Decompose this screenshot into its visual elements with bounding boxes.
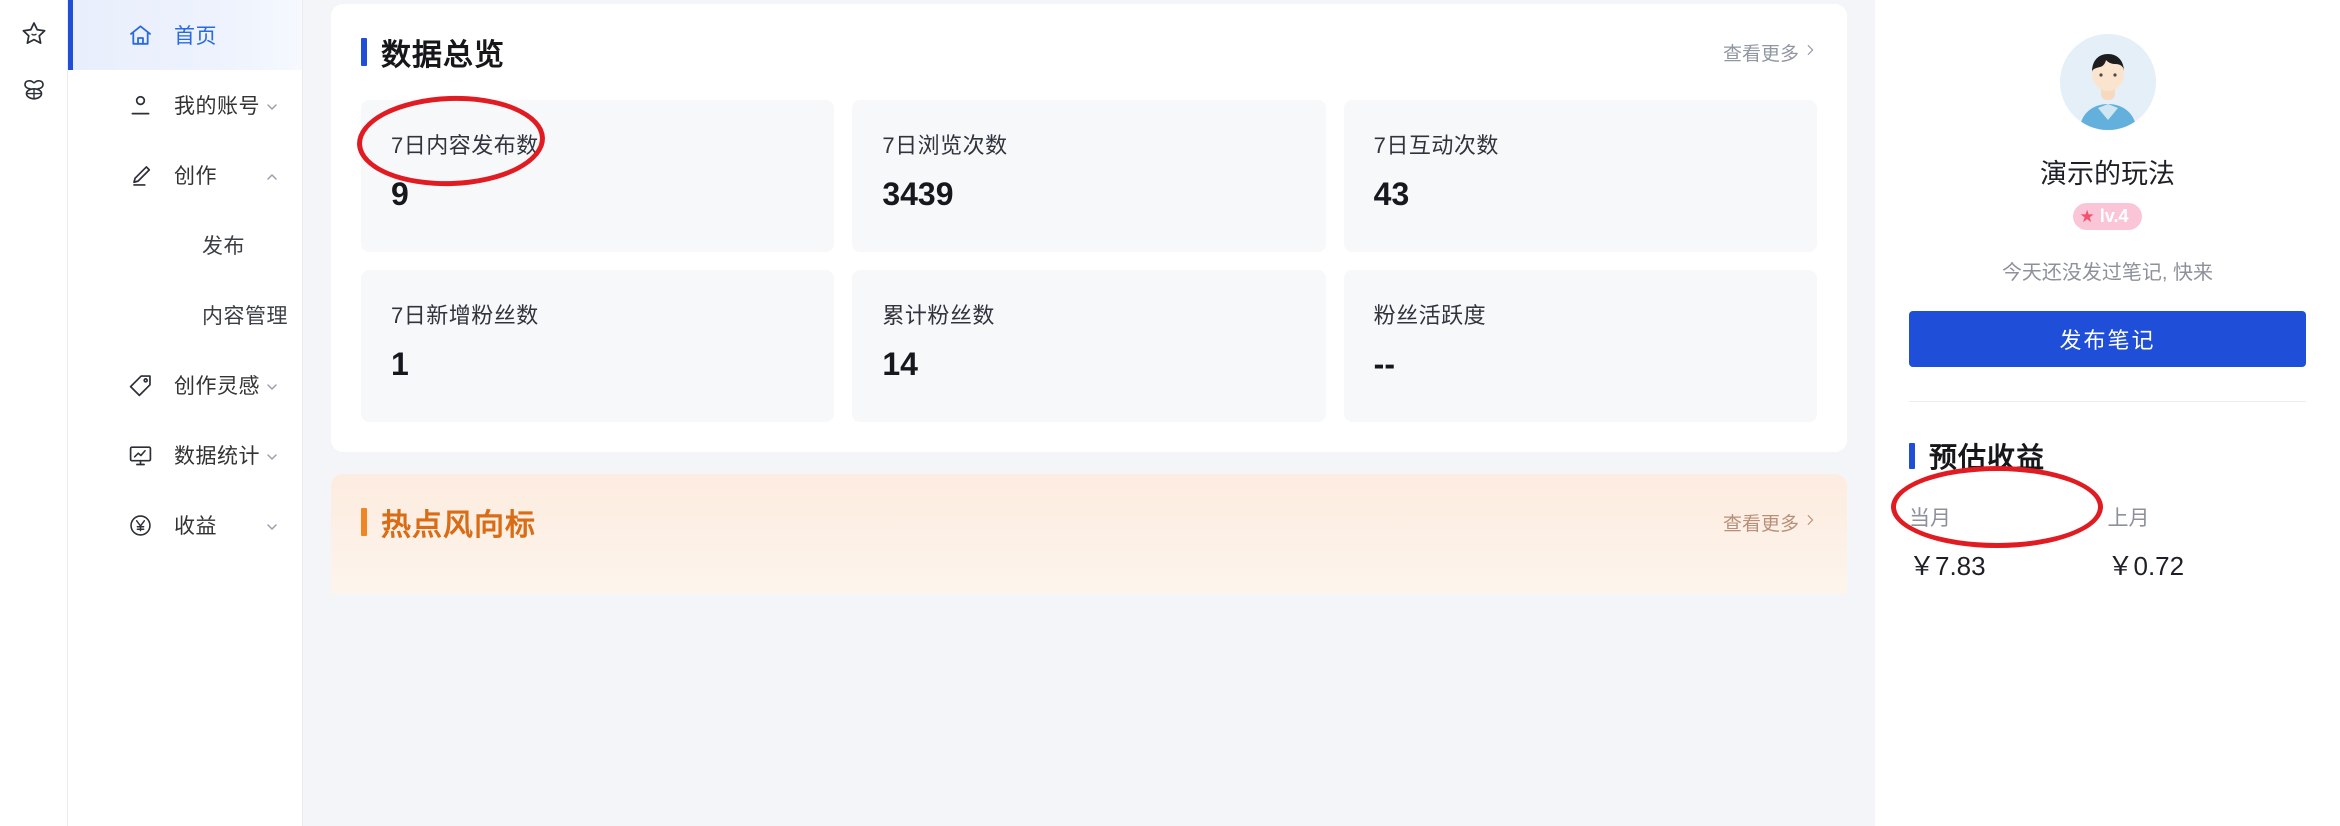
sidebar-subitem-content-management[interactable]: 内容管理 [68, 280, 302, 350]
more-label: 查看更多 [1722, 513, 1799, 535]
stat-label: 累计粉丝数 [882, 303, 995, 328]
sidebar-item-earnings[interactable]: 收益 [68, 490, 302, 560]
earnings-header: 预估收益 [1909, 436, 2306, 476]
data-overview-more-link[interactable]: 查看更多 [1723, 39, 1817, 66]
data-overview-header: 数据总览 查看更多 [361, 30, 1817, 74]
sidebar-item-label: 首页 [174, 25, 217, 48]
avatar-illustration-icon [2059, 34, 2156, 130]
earnings-title: 预估收益 [1929, 442, 2046, 473]
sidebar-subitem-label: 内容管理 [202, 305, 288, 328]
title-accent-bar [361, 508, 367, 536]
earnings-value: ￥7.83 [1909, 551, 1986, 581]
sidebar-subitem-publish[interactable]: 发布 [68, 210, 302, 280]
stat-value: 43 [1373, 176, 1410, 212]
stat-card-grid: 7日内容发布数 9 7日浏览次数 3439 7日互动次数 43 7日新增粉丝数 … [361, 100, 1817, 422]
hotspot-title: 热点风向标 [381, 509, 536, 542]
title-accent-bar [1909, 443, 1915, 469]
profile-block: 演示的玩法 ★ lv.4 今天还没发过笔记, 快来 发布笔记 [1909, 0, 2306, 367]
title-accent-bar [361, 38, 367, 66]
level-badge: ★ lv.4 [2072, 203, 2143, 230]
stat-label: 7日浏览次数 [882, 133, 1008, 158]
stat-value: 14 [882, 346, 918, 382]
sidebar-item-label: 我的账号 [174, 95, 260, 118]
earnings-item-current-month: 当月 ￥7.83 [1909, 502, 2108, 583]
chevron-right-icon [1803, 511, 1817, 533]
chevron-down-icon [264, 97, 280, 113]
tag-icon [126, 371, 154, 399]
user-icon [126, 91, 154, 119]
earnings-label: 当月 [1909, 507, 1951, 530]
icon-rail [0, 0, 68, 826]
stat-card[interactable]: 7日内容发布数 9 [361, 100, 835, 252]
sidebar-item-data-statistics[interactable]: 数据统计 [68, 420, 302, 490]
hotspot-more-link[interactable]: 查看更多 [1723, 509, 1817, 536]
more-label: 查看更多 [1722, 43, 1799, 65]
sidebar-item-create[interactable]: 创作 [68, 140, 302, 210]
stat-card[interactable]: 累计粉丝数 14 [852, 270, 1326, 422]
profile-username: 演示的玩法 [2040, 159, 2175, 189]
level-badge-label: lv.4 [2099, 206, 2129, 226]
stat-label: 7日内容发布数 [391, 133, 539, 158]
app-root: 首页 我的账号 创作 发布 内容管理 创作灵感 数据统计 收益 数据总览 查看更… [0, 0, 2340, 826]
stat-card[interactable]: 7日新增粉丝数 1 [361, 270, 835, 422]
stat-value: 1 [391, 346, 409, 382]
sidebar-item-my-account[interactable]: 我的账号 [68, 70, 302, 140]
avatar[interactable] [2059, 34, 2156, 130]
sidebar-nav: 首页 我的账号 创作 发布 内容管理 创作灵感 数据统计 收益 [68, 0, 303, 826]
chevron-down-icon [264, 377, 280, 393]
section-divider [1909, 401, 2306, 402]
monitor-chart-icon [126, 441, 154, 469]
data-overview-title: 数据总览 [381, 39, 505, 72]
hotspot-title-group: 热点风向标 [361, 500, 536, 544]
publish-reminder-text: 今天还没发过笔记, 快来 [2001, 262, 2214, 284]
chevron-down-icon [264, 447, 280, 463]
page-title: 数据总览 [361, 30, 505, 74]
chevron-up-icon [264, 167, 280, 183]
sidebar-subitem-label: 发布 [202, 235, 245, 258]
stat-label: 7日新增粉丝数 [391, 303, 539, 328]
sidebar-item-label: 创作 [174, 165, 217, 188]
sidebar-item-home[interactable]: 首页 [68, 0, 302, 70]
home-icon [126, 21, 154, 49]
stat-label: 7日互动次数 [1373, 133, 1499, 158]
hotspot-header: 热点风向标 查看更多 [361, 500, 1817, 544]
earnings-label: 上月 [2107, 507, 2150, 530]
star-icon: ★ [2079, 207, 2095, 226]
right-panel: 演示的玩法 ★ lv.4 今天还没发过笔记, 快来 发布笔记 预估收益 当月 ￥… [1875, 0, 2340, 826]
earnings-grid: 当月 ￥7.83 上月 ￥0.72 [1909, 502, 2306, 583]
data-overview-panel: 数据总览 查看更多 7日内容发布数 9 7日浏览次数 3439 7日互动次数 4… [331, 4, 1847, 452]
hotspot-panel: 热点风向标 查看更多 [331, 474, 1847, 594]
sidebar-item-label: 数据统计 [174, 445, 260, 468]
stat-value: -- [1373, 346, 1395, 382]
stat-value: 9 [391, 176, 409, 212]
earnings-value: ￥0.72 [2107, 551, 2185, 581]
stat-card[interactable]: 7日互动次数 43 [1343, 100, 1817, 252]
stat-value: 3439 [882, 176, 954, 212]
chevron-down-icon [264, 517, 280, 533]
sidebar-item-creative-inspiration[interactable]: 创作灵感 [68, 350, 302, 420]
stat-label: 粉丝活跃度 [1373, 303, 1487, 328]
chevron-right-icon [1803, 41, 1817, 63]
bee-icon[interactable] [12, 68, 56, 112]
favorites-star-icon[interactable] [12, 12, 56, 56]
earnings-item-last-month: 上月 ￥0.72 [2108, 502, 2307, 583]
stat-card[interactable]: 7日浏览次数 3439 [852, 100, 1326, 252]
yuan-circle-icon [126, 511, 154, 539]
stat-card[interactable]: 粉丝活跃度 -- [1343, 270, 1817, 422]
publish-note-button[interactable]: 发布笔记 [1909, 311, 2306, 367]
sidebar-item-label: 收益 [174, 515, 217, 538]
sidebar-item-label: 创作灵感 [174, 375, 260, 398]
main-content: 数据总览 查看更多 7日内容发布数 9 7日浏览次数 3439 7日互动次数 4… [303, 0, 1875, 826]
pencil-icon [126, 161, 154, 189]
